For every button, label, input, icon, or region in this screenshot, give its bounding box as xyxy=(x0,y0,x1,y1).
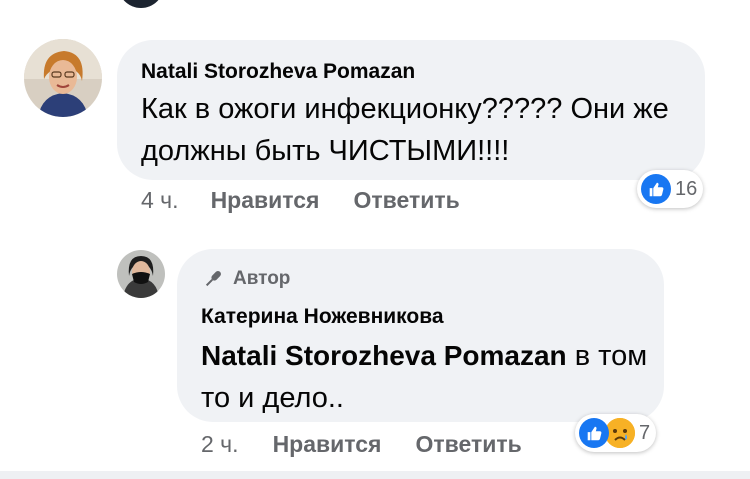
comment-bubble: Автор Катерина Ножевникова Natali Storoz… xyxy=(177,249,664,422)
comment-bubble: Natali Storozheva Pomazan Как в ожоги ин… xyxy=(117,40,705,180)
author-badge: Автор xyxy=(201,267,290,291)
comment-author[interactable]: Natali Storozheva Pomazan xyxy=(141,60,415,84)
reply-button[interactable]: Ответить xyxy=(415,431,521,458)
like-icon xyxy=(641,174,671,204)
reaction-count: 16 xyxy=(675,177,698,200)
comment-timestamp[interactable]: 2 ч. xyxy=(201,431,239,458)
avatar[interactable] xyxy=(24,39,102,117)
comment-actions: 2 ч. Нравится Ответить xyxy=(201,431,522,458)
author-badge-label: Автор xyxy=(233,268,291,289)
sad-icon xyxy=(605,418,635,448)
comment-text: Как в ожоги инфекционку????? Они же долж… xyxy=(141,93,669,167)
like-icon xyxy=(579,418,609,448)
divider xyxy=(0,471,750,479)
microphone-icon xyxy=(205,271,221,287)
comment-text: Natali Storozheva Pomazan в том то и дел… xyxy=(201,335,651,419)
reactions-summary[interactable]: 7 xyxy=(575,414,657,452)
reactions-summary[interactable]: 16 xyxy=(637,170,704,208)
reaction-count: 7 xyxy=(639,421,651,444)
comment-actions: 4 ч. Нравится Ответить xyxy=(141,187,460,214)
like-button[interactable]: Нравится xyxy=(273,431,382,458)
comment-timestamp[interactable]: 4 ч. xyxy=(141,187,179,214)
mention-link[interactable]: Natali Storozheva Pomazan xyxy=(201,340,567,371)
avatar[interactable] xyxy=(118,0,164,8)
avatar[interactable] xyxy=(117,250,165,298)
like-button[interactable]: Нравится xyxy=(211,187,320,214)
comment-author[interactable]: Катерина Ножевникова xyxy=(201,305,444,329)
reply-button[interactable]: Ответить xyxy=(353,187,459,214)
